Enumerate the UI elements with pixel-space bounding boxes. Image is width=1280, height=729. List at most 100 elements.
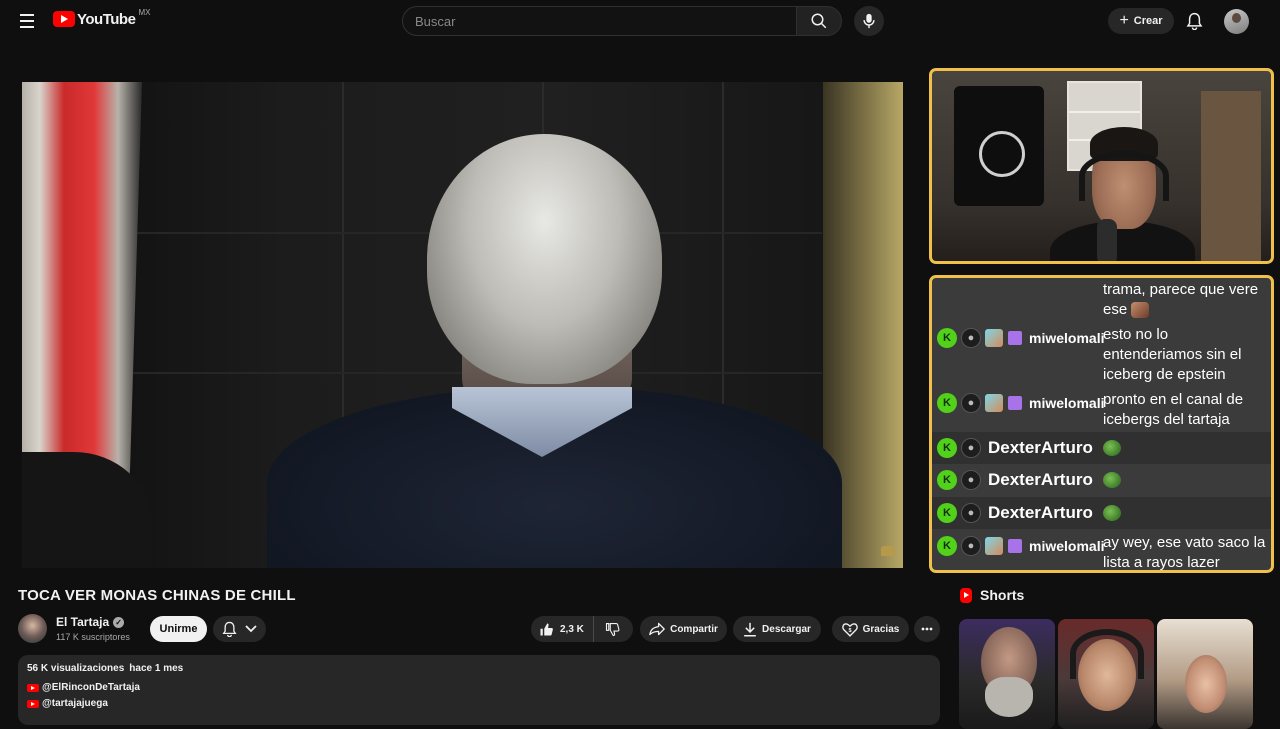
download-icon <box>744 622 756 636</box>
create-label: Crear <box>1133 15 1163 27</box>
chevron-down-icon <box>245 625 257 633</box>
emote-icon <box>1131 302 1150 319</box>
menu-icon[interactable] <box>14 10 40 32</box>
shorts-icon <box>960 587 972 603</box>
video-player[interactable] <box>22 82 903 568</box>
channel-name[interactable]: El Tartaja <box>56 615 109 629</box>
chat-line: trama, parece que vere <box>1103 281 1259 298</box>
chat-message-text: trama, parece que vere ese <box>1103 280 1271 320</box>
subscriber-badge-icon <box>985 329 1003 347</box>
subscription-bell-button[interactable] <box>213 616 266 642</box>
short-thumbnail[interactable] <box>1058 619 1154 729</box>
thanks-button[interactable]: $ Gracias <box>832 616 909 642</box>
link-text[interactable]: @tartajajuega <box>42 698 108 709</box>
search-input[interactable] <box>415 13 796 29</box>
kick-badge-icon: K <box>937 536 957 556</box>
video-head <box>427 134 662 384</box>
chat-user-badges: K ● DexterArturo <box>937 469 1093 491</box>
description-link[interactable]: @ElRinconDeTartaja <box>27 682 931 693</box>
youtube-logo-icon <box>53 11 75 27</box>
channel-avatar[interactable] <box>18 614 47 643</box>
chat-line: entenderiamos sin el <box>1103 346 1242 363</box>
description-meta: 56 K visualizaciones hace 1 mes <box>27 663 931 674</box>
download-label: Descargar <box>762 623 811 635</box>
link-text[interactable]: @ElRinconDeTartaja <box>42 682 140 693</box>
webcam-overlay <box>929 68 1274 264</box>
thanks-label: Gracias <box>862 623 900 635</box>
chat-username[interactable]: DexterArturo <box>988 503 1093 523</box>
chat-line: ese <box>1103 301 1128 318</box>
headset-icon <box>1079 151 1169 201</box>
user-icon: ● <box>961 536 981 556</box>
chat-line: pronto en el canal de <box>1103 391 1244 408</box>
gift-badge-icon <box>1008 396 1022 410</box>
chat-user-badges: K ● miwelomali <box>937 392 1104 414</box>
search-button[interactable] <box>796 6 842 36</box>
user-icon: ● <box>961 438 981 458</box>
chat-message-text <box>1103 503 1271 523</box>
like-count: 2,3 K <box>560 623 584 635</box>
gift-badge-icon <box>1008 539 1022 553</box>
share-button[interactable]: Compartir <box>640 616 727 642</box>
view-count: 56 K visualizaciones <box>27 663 125 674</box>
join-button[interactable]: Unirme <box>150 616 207 642</box>
description-box[interactable]: 56 K visualizaciones hace 1 mes @ElRinco… <box>18 655 940 725</box>
more-actions-button[interactable] <box>914 616 940 642</box>
search-box <box>402 6 796 36</box>
more-icon <box>921 627 933 631</box>
youtube-logo[interactable]: YouTube MX <box>53 8 151 29</box>
webcam-poster <box>954 86 1044 206</box>
thumbs-down-icon <box>606 622 620 636</box>
top-bar: YouTube MX + Crear <box>0 0 1280 44</box>
youtube-mini-icon <box>27 699 39 708</box>
channel-name-row[interactable]: El Tartaja ✓ <box>56 615 125 629</box>
description-link[interactable]: @tartajajuega <box>27 698 931 709</box>
account-avatar[interactable] <box>1224 9 1249 34</box>
subscriber-count: 117 K suscriptores <box>56 632 130 642</box>
kick-badge-icon: K <box>937 328 957 348</box>
dislike-button[interactable] <box>594 616 632 642</box>
gift-badge-icon <box>1008 331 1022 345</box>
upload-age: hace 1 mes <box>129 663 184 674</box>
chat-message-text <box>1103 438 1271 458</box>
pepe-emote-icon <box>1103 505 1121 522</box>
share-icon <box>649 622 665 636</box>
chat-user-badges: K ● miwelomali <box>937 535 1104 557</box>
user-icon: ● <box>961 470 981 490</box>
short-beard <box>985 677 1033 717</box>
shorts-heading: Shorts <box>960 587 1024 603</box>
chat-user-badges: K ● DexterArturo <box>937 437 1093 459</box>
kick-badge-icon: K <box>937 503 957 523</box>
chat-line: icebergs del tartaja <box>1103 411 1230 428</box>
short-thumbnail[interactable] <box>1157 619 1253 729</box>
notifications-button[interactable] <box>1182 9 1206 33</box>
voice-search-button[interactable] <box>854 6 884 36</box>
chat-username[interactable]: miwelomali <box>1029 395 1104 411</box>
user-icon: ● <box>961 393 981 413</box>
short-thumbnail[interactable] <box>959 619 1055 729</box>
download-button[interactable]: Descargar <box>733 616 821 642</box>
logo-text: YouTube <box>77 11 136 28</box>
pepe-emote-icon <box>1103 472 1121 489</box>
chat-username[interactable]: miwelomali <box>1029 538 1104 554</box>
chat-message-text <box>1103 470 1271 490</box>
chat-username[interactable]: miwelomali <box>1029 330 1104 346</box>
create-button[interactable]: + Crear <box>1108 8 1174 34</box>
microphone-icon <box>863 13 875 29</box>
chat-username[interactable]: DexterArturo <box>988 470 1093 490</box>
country-code: MX <box>138 8 151 17</box>
video-title: TOCA VER MONAS CHINAS DE CHILL <box>18 587 296 604</box>
bell-icon <box>222 621 237 637</box>
thumbs-up-icon <box>540 623 553 635</box>
hat-icon <box>881 546 895 556</box>
chat-user-badges: K ● miwelomali <box>937 327 1104 349</box>
webcam-door <box>1201 91 1261 261</box>
user-icon: ● <box>961 503 981 523</box>
chat-line: ay wey, ese vato saco la <box>1103 534 1266 551</box>
youtube-mini-icon <box>27 683 39 692</box>
pepe-emote-icon <box>1103 440 1121 457</box>
chat-username[interactable]: DexterArturo <box>988 438 1093 458</box>
bell-icon <box>1186 12 1202 30</box>
kick-badge-icon: K <box>937 393 957 413</box>
like-button[interactable]: 2,3 K <box>531 616 594 642</box>
